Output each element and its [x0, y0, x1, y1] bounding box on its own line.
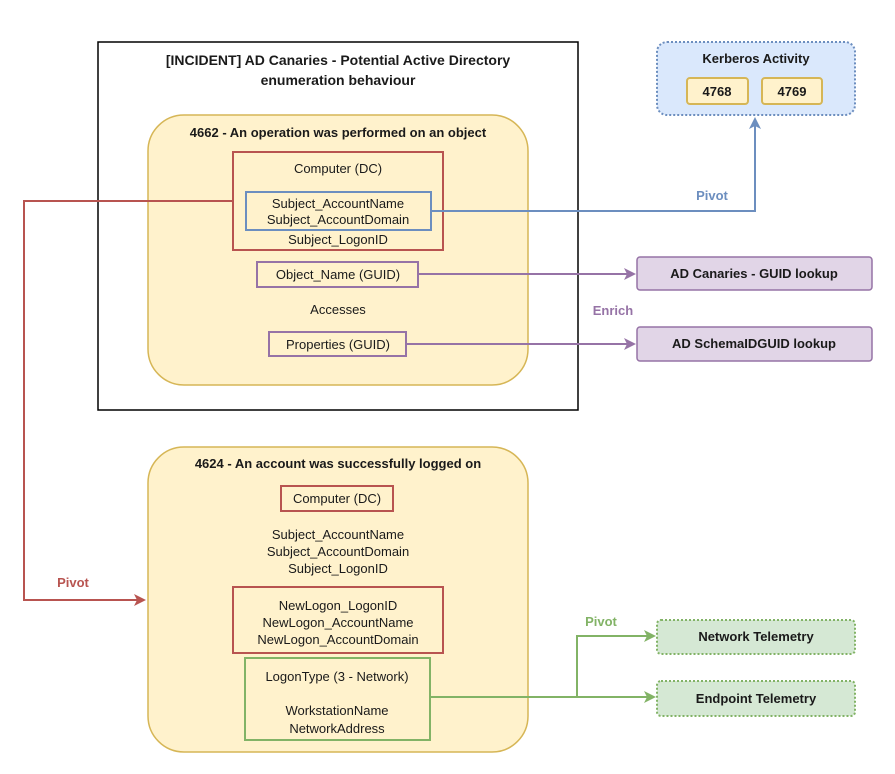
network-address: NetworkAddress	[289, 721, 385, 736]
schema-lookup-label: AD SchemaIDGUID lookup	[672, 336, 836, 351]
network-telemetry-node[interactable]: Network Telemetry	[656, 619, 856, 655]
subject-account-domain: Subject_AccountDomain	[267, 212, 409, 227]
new-logon-account-name: NewLogon_AccountName	[262, 615, 413, 630]
enrich-label: Enrich	[593, 303, 634, 318]
event-4662-header: 4662 - An operation was performed on an …	[190, 125, 487, 140]
incident-title-line1: [INCIDENT] AD Canaries - Potential Activ…	[166, 52, 511, 68]
subject-logon-id: Subject_LogonID	[288, 561, 388, 576]
subject-logon-id: Subject_LogonID	[288, 232, 388, 247]
incident-title-line2: enumeration behaviour	[261, 72, 416, 88]
accesses-field: Accesses	[310, 302, 366, 317]
pivot-kerberos-label: Pivot	[696, 188, 728, 203]
pivot-logon-label: Pivot	[57, 575, 89, 590]
kerberos-title: Kerberos Activity	[702, 51, 810, 66]
endpoint-telemetry-node[interactable]: Endpoint Telemetry	[656, 680, 856, 717]
subject-account-domain: Subject_AccountDomain	[267, 544, 409, 559]
event-4624-node[interactable]: 4624 - An account was successfully logge…	[147, 446, 529, 753]
properties-field: Properties (GUID)	[286, 337, 390, 352]
computer-field: Computer (DC)	[294, 161, 382, 176]
event-4624-header: 4624 - An account was successfully logge…	[195, 456, 481, 471]
pivot-telemetry-label: Pivot	[585, 614, 617, 629]
event-4769-label: 4769	[778, 84, 807, 99]
guid-lookup-node[interactable]: AD Canaries - GUID lookup	[636, 256, 873, 291]
schema-lookup-node[interactable]: AD SchemaIDGUID lookup	[636, 326, 873, 362]
pivot-network-edge[interactable]	[576, 630, 656, 697]
workstation-name: WorkstationName	[285, 703, 388, 718]
object-name-field: Object_Name (GUID)	[276, 267, 400, 282]
endpoint-telemetry-label: Endpoint Telemetry	[696, 691, 817, 706]
subject-account-name: Subject_AccountName	[272, 527, 404, 542]
new-logon-id: NewLogon_LogonID	[279, 598, 398, 613]
guid-lookup-label: AD Canaries - GUID lookup	[670, 266, 838, 281]
computer-field: Computer (DC)	[293, 491, 381, 506]
diagram-canvas: [INCIDENT] AD Canaries - Potential Activ…	[23, 41, 873, 753]
logon-type: LogonType (3 - Network)	[265, 669, 408, 684]
event-4768-label: 4768	[703, 84, 732, 99]
subject-account-name: Subject_AccountName	[272, 196, 404, 211]
new-logon-account-domain: NewLogon_AccountDomain	[257, 632, 418, 647]
network-telemetry-label: Network Telemetry	[698, 629, 814, 644]
kerberos-activity-node[interactable]: Kerberos Activity 4768 4769	[656, 41, 856, 116]
